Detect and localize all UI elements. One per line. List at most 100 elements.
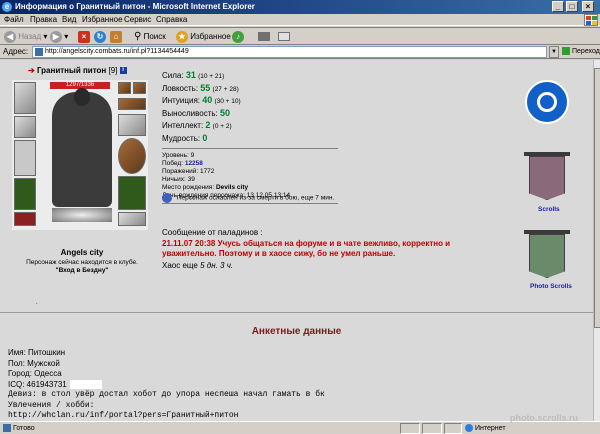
go-arrow-icon (562, 47, 570, 55)
scrolls-link[interactable]: Scrolls (538, 206, 560, 213)
arrow-icon: ➔ (28, 66, 35, 75)
icq-status-box (69, 379, 102, 389)
scrollbar-thumb[interactable] (594, 68, 600, 328)
ie-icon: e (2, 2, 12, 12)
favorites-button[interactable]: ★ Избранное (176, 30, 231, 44)
address-dropdown-button[interactable]: ▼ (549, 46, 559, 58)
profile-gender: Пол: Мужской (8, 358, 60, 368)
profile-title: Анкетные данные (251, 326, 342, 337)
gloves-slot[interactable] (118, 114, 146, 136)
info-losses: Поражений: 1772 (162, 168, 215, 175)
scrolls-banner-icon[interactable] (524, 152, 570, 202)
info-birthplace: Место рождения: Devils city (162, 184, 249, 191)
location-city: Angels city (60, 248, 104, 257)
back-arrow-icon: ◀ (4, 30, 16, 43)
menu-view[interactable]: Вид (62, 15, 76, 24)
photo-scrolls-link[interactable]: Photo Scrolls (530, 283, 572, 290)
mail-button[interactable] (278, 30, 290, 44)
profile-icq: ICQ: 461943731 (8, 380, 325, 391)
forward-button[interactable]: ▶ ▾ (50, 30, 68, 44)
divider (162, 203, 338, 204)
character-silhouette (52, 88, 112, 207)
belt-slot[interactable] (14, 212, 36, 226)
star-icon: ★ (176, 30, 188, 43)
go-button[interactable]: Переход (562, 47, 600, 55)
info-flag-icon[interactable]: i (119, 67, 127, 75)
helmet-slot[interactable] (14, 82, 36, 114)
refresh-button[interactable]: ↻ (94, 30, 106, 44)
earring-slot[interactable] (118, 82, 131, 94)
photo-scrolls-banner-icon[interactable] (524, 230, 570, 280)
clan-logo-icon[interactable] (525, 80, 569, 124)
security-zone: Интернет (465, 424, 506, 432)
chaos-timer: Хаос еще 5 дн. 3 ч. (162, 261, 234, 270)
divider (162, 148, 338, 149)
media-icon: ♪ (232, 30, 244, 43)
skull-icon (162, 193, 172, 203)
stat-wisdom: Мудрость: 0 (162, 132, 208, 143)
minimize-button[interactable]: _ (552, 1, 564, 12)
stat-agility: Ловкость: 55 (27 + 28) (162, 82, 239, 93)
home-button[interactable]: ⌂ (110, 30, 122, 44)
page-icon (35, 48, 43, 56)
print-button[interactable] (258, 30, 270, 44)
mail-icon (278, 32, 290, 42)
weapon-slot[interactable] (14, 140, 36, 176)
stat-intellect: Интеллект: 2 (0 + 2) (162, 120, 232, 130)
bullet-dot: . (36, 300, 38, 306)
vertical-scrollbar[interactable] (593, 60, 600, 421)
stats-panel: Сила: 31 (10 + 21) Ловкость: 55 (27 + 28… (162, 70, 362, 207)
info-level: Уровень: 9 (162, 152, 195, 159)
refresh-icon: ↻ (94, 30, 106, 43)
watermark: photo.scrolls.ru (510, 413, 579, 423)
info-draws: Ничьих: 39 (162, 176, 195, 183)
rings-slot[interactable] (118, 98, 146, 110)
boots-slot[interactable] (118, 212, 146, 226)
paladin-text: 21.11.07 20:38 Учусь общаться на форуме … (162, 239, 451, 258)
address-input[interactable]: http://angelscity.combats.ru/inf.pl?1134… (32, 46, 547, 58)
toolbar: ◀ Назад ▾ ▶ ▾ × ↻ ⌂ ⚲ Поиск ★ Избранное … (0, 27, 600, 45)
address-label: Адрес: (3, 47, 29, 56)
status-cell (400, 423, 420, 434)
title-bar: e Информация о Гранитный питон - Microso… (0, 0, 600, 14)
stop-button[interactable]: × (78, 30, 90, 44)
stat-strength: Сила: 31 (10 + 21) (162, 70, 225, 80)
location-text: Персонаж сейчас находится в клубе. (26, 259, 138, 266)
menu-help[interactable]: Справка (156, 15, 187, 24)
menu-tools[interactable]: Сервис (124, 15, 151, 24)
stat-intuition: Интуиция: 40 (30 + 10) (162, 95, 241, 105)
profile-link[interactable]: http://whclan.ru/inf/portal?pers=Гранитн… (8, 411, 325, 421)
emblem-icon (52, 208, 112, 222)
globe-icon (465, 424, 473, 432)
search-icon: ⚲ (134, 31, 142, 42)
profile-city: Город: Одесса (8, 369, 62, 378)
status-cell (444, 423, 462, 434)
menu-edit[interactable]: Правка (30, 15, 57, 24)
stat-endurance: Выносливость: 50 (162, 107, 231, 118)
location-place: "Вход в Бездну" (55, 267, 109, 274)
back-button[interactable]: ◀ Назад ▾ (4, 30, 47, 44)
armor-slot[interactable] (14, 178, 36, 210)
bracers-slot[interactable] (14, 116, 36, 138)
profile-details: Имя: Питошкин Пол: Мужской Город: Одесса… (8, 348, 325, 421)
close-button[interactable]: × (582, 1, 594, 12)
character-level: [9] (108, 66, 118, 75)
media-button[interactable]: ♪ (232, 30, 244, 44)
profile-motto: Девиз: в стол увёр достал хобот до упора… (8, 390, 325, 399)
windows-logo-icon (584, 14, 598, 26)
paladin-message: Сообщение от паладинов : 21.11.07 20:38 … (162, 228, 492, 270)
search-button[interactable]: ⚲ Поиск (134, 30, 166, 44)
shield-slot[interactable] (118, 138, 146, 174)
pants-slot[interactable] (118, 176, 146, 210)
maximize-button[interactable]: □ (566, 1, 578, 12)
section-divider (0, 312, 593, 313)
profile-name: Имя: Питошкин (8, 348, 66, 357)
printer-icon (258, 32, 270, 42)
menu-file[interactable]: Файл (4, 15, 24, 24)
status-cell (422, 423, 442, 434)
amulet-slot[interactable] (133, 82, 146, 94)
stop-icon: × (78, 30, 90, 43)
page-icon (3, 424, 11, 432)
paladin-header: Сообщение от паладинов : (162, 228, 263, 237)
menu-favorites[interactable]: Избранное (82, 15, 123, 24)
